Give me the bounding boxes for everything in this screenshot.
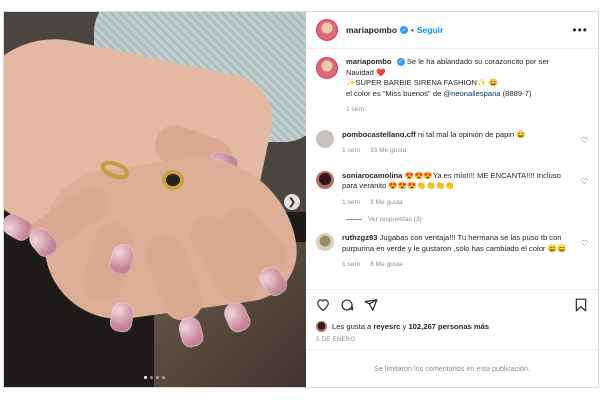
avatar[interactable] (316, 233, 334, 251)
liker-avatar[interactable] (316, 320, 327, 332)
photo-signet-ring (162, 170, 184, 190)
like-comment-icon[interactable]: ♡ (581, 239, 588, 248)
carousel-dot (150, 376, 153, 379)
caption-meta: 1 sem (346, 105, 574, 116)
instagram-post-modal: ❯ mariapombo ✓ • Seguir ••• mariapombo ✓ (3, 11, 599, 388)
separator-dot: • (411, 25, 414, 35)
post-sidebar: mariapombo ✓ • Seguir ••• mariapombo ✓ S… (306, 12, 598, 387)
carousel-dots (144, 376, 165, 379)
caption-time[interactable]: 1 sem (346, 105, 364, 116)
next-photo-button[interactable]: ❯ (284, 194, 300, 210)
comment-item: soniarocamolina 😍😍😍Ya es mío!!!! ME ENCA… (316, 170, 588, 209)
comments-disabled-notice: Se limitaron los comentarios en esta pub… (306, 349, 598, 387)
comment-item: ruthzgz83 Jugabas con ventaja!!! Tu herm… (316, 233, 588, 271)
comment-likes[interactable]: 33 Me gusta (370, 146, 406, 157)
comment-time[interactable]: 1 sem (342, 198, 360, 209)
caption-line3-prefix: el color es "Miss buenos" de (346, 88, 444, 98)
mention-link[interactable]: @neonailespana (443, 89, 500, 98)
follow-button[interactable]: Seguir (417, 25, 443, 35)
likes-count[interactable]: 102,267 personas más (408, 322, 489, 331)
like-comment-icon[interactable]: ♡ (581, 177, 588, 186)
header-username[interactable]: mariapombo (346, 25, 397, 35)
comment-username[interactable]: ruthzgz83 (342, 233, 377, 242)
avatar[interactable] (316, 129, 334, 148)
comment-body: soniarocamolina 😍😍😍Ya es mío!!!! ME ENCA… (342, 171, 588, 209)
replies-divider (346, 219, 362, 220)
comment-likes[interactable]: 3 Me gusta (370, 198, 403, 209)
likes-summary: Les gusta a reyesrc y 102,267 personas m… (306, 319, 598, 333)
avatar[interactable] (316, 57, 338, 79)
comment-body: ruthzgz83 Jugabas con ventaja!!! Tu herm… (342, 233, 588, 271)
liker-username[interactable]: reyesrc (373, 322, 400, 331)
chevron-right-icon: ❯ (287, 196, 297, 208)
comment-username[interactable]: soniarocamolina (342, 171, 402, 180)
heart-icon[interactable] (316, 298, 330, 312)
post-date[interactable]: 5 DE ENERO (306, 333, 598, 349)
comment-body: pombocastellano.cff ni tal mal la opinió… (342, 130, 588, 157)
share-icon[interactable] (364, 298, 378, 312)
comment-username[interactable]: pombocastellano.cff (342, 130, 416, 139)
view-replies-button[interactable]: Ver respuestas (3) (346, 216, 588, 223)
caption-line2: ✨SÚPER BARBIE SIRENA FASHION✨ 😄 (346, 78, 499, 87)
view-replies-label[interactable]: Ver respuestas (3) (368, 216, 422, 223)
comment-icon[interactable] (340, 298, 354, 312)
comment-text: ni tal mal la opinión de papin 😄 (417, 129, 526, 139)
likes-text: Les gusta a reyesrc y 102,267 personas m… (332, 322, 489, 331)
caption-line3-suffix: (8889-7) (500, 88, 532, 98)
verified-badge-icon: ✓ (400, 26, 409, 34)
caption-body: mariapombo ✓ Se le ha ablandado su coraz… (346, 57, 588, 116)
post-photo[interactable]: ❯ (4, 12, 306, 387)
comment-meta: 1 sem 8 Me gusta (342, 260, 574, 271)
comment-item: pombocastellano.cff ni tal mal la opinió… (316, 129, 588, 157)
verified-badge-icon: ✓ (396, 58, 405, 66)
comment-likes[interactable]: 8 Me gusta (370, 260, 403, 271)
more-options-icon[interactable]: ••• (572, 23, 588, 37)
caption: mariapombo ✓ Se le ha ablandado su coraz… (316, 57, 588, 116)
comment-meta: 1 sem 33 Me gusta (342, 146, 574, 157)
bookmark-icon[interactable] (574, 298, 588, 312)
post-header: mariapombo ✓ • Seguir ••• (306, 12, 598, 49)
like-comment-icon[interactable]: ♡ (581, 136, 588, 145)
caption-username[interactable]: mariapombo (346, 57, 392, 66)
likes-prefix: Les gusta a (332, 321, 374, 331)
carousel-dot (162, 376, 165, 379)
carousel-dot (156, 376, 159, 379)
comment-time[interactable]: 1 sem (342, 146, 360, 157)
carousel-dot (144, 376, 147, 379)
comment-meta: 1 sem 3 Me gusta (342, 198, 574, 209)
avatar[interactable] (316, 19, 338, 41)
avatar[interactable] (316, 170, 334, 189)
comments-list: mariapombo ✓ Se le ha ablandado su coraz… (306, 49, 598, 289)
post-actions (306, 289, 598, 319)
comment-time[interactable]: 1 sem (342, 260, 360, 271)
